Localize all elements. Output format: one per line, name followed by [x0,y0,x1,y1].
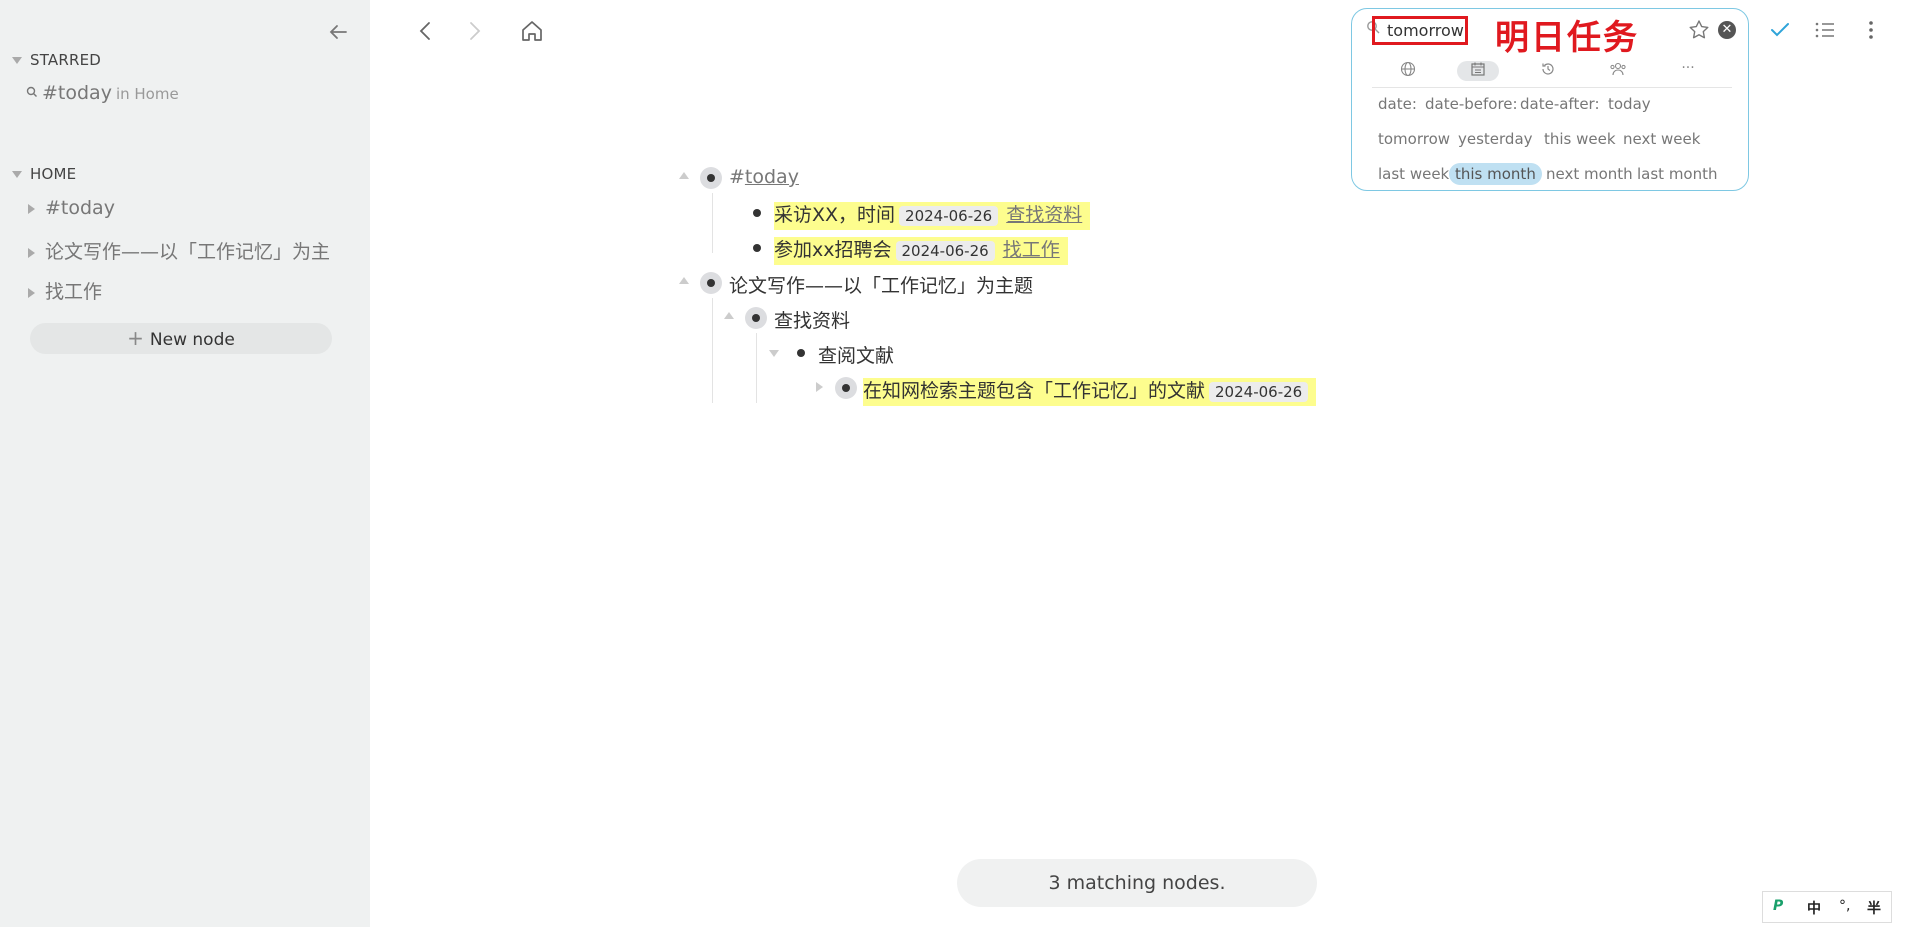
date-chip[interactable]: 2024-06-26 [899,206,999,226]
search-input[interactable]: tomorrow [1372,16,1468,45]
chip-this-week[interactable]: this week [1538,128,1622,150]
clear-search-icon[interactable]: ✕ [1718,21,1736,39]
matching-nodes-status: 3 matching nodes. [957,859,1317,907]
sidebar-item-job[interactable]: 找工作 [28,277,333,304]
reference-link[interactable]: 找工作 [1003,239,1060,261]
outline-node-job-fair[interactable]: 参加xx招聘会 2024-06-26 找工作 [774,235,1068,265]
check-icon[interactable] [1768,18,1792,42]
chip-today[interactable]: today [1602,93,1657,115]
collapse-toggle-icon[interactable] [679,277,689,284]
expand-toggle-icon[interactable] [769,350,779,357]
list-view-icon[interactable] [1813,18,1837,42]
node-bullet[interactable] [753,244,761,252]
ime-punctuation[interactable]: °, [1839,898,1850,914]
ime-toolbar[interactable]: P 中 °, 半 [1762,891,1892,923]
chip-this-month[interactable]: this month [1449,163,1542,185]
outline-node-search-material[interactable]: 查找资料 [774,306,850,333]
node-bullet[interactable] [835,377,857,399]
ime-width[interactable]: 半 [1867,898,1881,918]
outline-node-today[interactable]: #today [729,166,799,188]
chip-tomorrow[interactable]: tomorrow [1372,128,1456,150]
chip-date[interactable]: date: [1372,93,1423,115]
chip-next-week[interactable]: next week [1617,128,1706,150]
expand-triangle-icon[interactable] [28,203,35,214]
expand-toggle-icon[interactable] [816,382,823,392]
collapse-toggle-icon[interactable] [679,172,689,179]
plus-icon: + [127,326,144,350]
collapse-triangle-icon [12,57,22,64]
sidebar-item-thesis[interactable]: 论文写作——以「工作记忆」为主 [28,237,333,264]
indent-guide [712,193,713,253]
chip-next-month[interactable]: next month [1540,163,1639,185]
annotation-label: 明日任务 [1495,18,1639,58]
star-icon[interactable] [1688,19,1710,41]
node-bullet[interactable] [745,307,767,329]
outline-node-read-literature[interactable]: 查阅文献 [818,341,894,368]
date-chip[interactable]: 2024-06-26 [1209,382,1309,402]
starred-item-today[interactable]: #today in Home [26,82,179,104]
chip-date-after[interactable]: date-after: [1514,93,1606,115]
node-bullet[interactable] [700,272,722,294]
search-panel: tomorrow 明日任务 ✕ ··· date: date-before: d… [1351,8,1749,191]
more-vertical-icon[interactable] [1859,18,1883,42]
highlighted-text: 采访XX，时间 2024-06-26 查找资料 [774,202,1091,230]
search-icon [26,86,37,97]
indent-guide [712,298,713,403]
reference-link[interactable]: 查找资料 [1006,204,1082,226]
node-bullet[interactable] [700,167,722,189]
date-chip[interactable]: 2024-06-26 [895,241,995,261]
sidebar-item-today[interactable]: #today [28,197,333,219]
indent-guide [756,333,757,403]
outline-node-interview[interactable]: 采访XX，时间 2024-06-26 查找资料 [774,200,1091,230]
back-arrow-icon[interactable] [413,18,439,44]
collapse-triangle-icon [12,171,22,178]
history-icon[interactable] [1527,61,1569,81]
outline-node-thesis[interactable]: 论文写作——以「工作记忆」为主题 [729,271,1033,298]
expand-triangle-icon[interactable] [28,287,35,298]
expand-triangle-icon[interactable] [28,247,35,258]
filter-icon-bar: ··· [1372,59,1732,88]
home-section-header[interactable]: HOME [12,165,76,183]
globe-icon[interactable] [1387,61,1429,81]
chip-yesterday[interactable]: yesterday [1452,128,1539,150]
highlighted-text: 参加xx招聘会 2024-06-26 找工作 [774,237,1068,265]
chip-date-before[interactable]: date-before: [1419,93,1524,115]
starred-section-header[interactable]: STARRED [12,51,101,69]
new-node-button[interactable]: + New node [30,323,332,354]
calendar-icon[interactable] [1457,61,1499,81]
ime-language[interactable]: 中 [1807,898,1821,918]
forward-arrow-icon[interactable] [461,18,487,44]
ime-logo-icon: P [1773,898,1784,914]
collapse-toggle-icon[interactable] [724,312,734,319]
tag-link[interactable]: today [745,166,799,188]
chip-last-month[interactable]: last month [1631,163,1724,185]
collapse-sidebar-icon[interactable] [326,20,350,44]
more-icon[interactable]: ··· [1667,61,1709,81]
node-bullet[interactable] [797,349,805,357]
people-icon[interactable] [1597,61,1639,81]
node-bullet[interactable] [753,209,761,217]
outline-node-cnki-search[interactable]: 在知网检索主题包含「工作记忆」的文献 2024-06-26 [863,376,1317,406]
highlighted-text: 在知网检索主题包含「工作记忆」的文献 2024-06-26 [863,378,1317,406]
chip-last-week[interactable]: last week [1372,163,1455,185]
sidebar: STARRED #today in Home HOME #today 论文写作——… [0,0,370,927]
home-icon[interactable] [519,18,545,44]
